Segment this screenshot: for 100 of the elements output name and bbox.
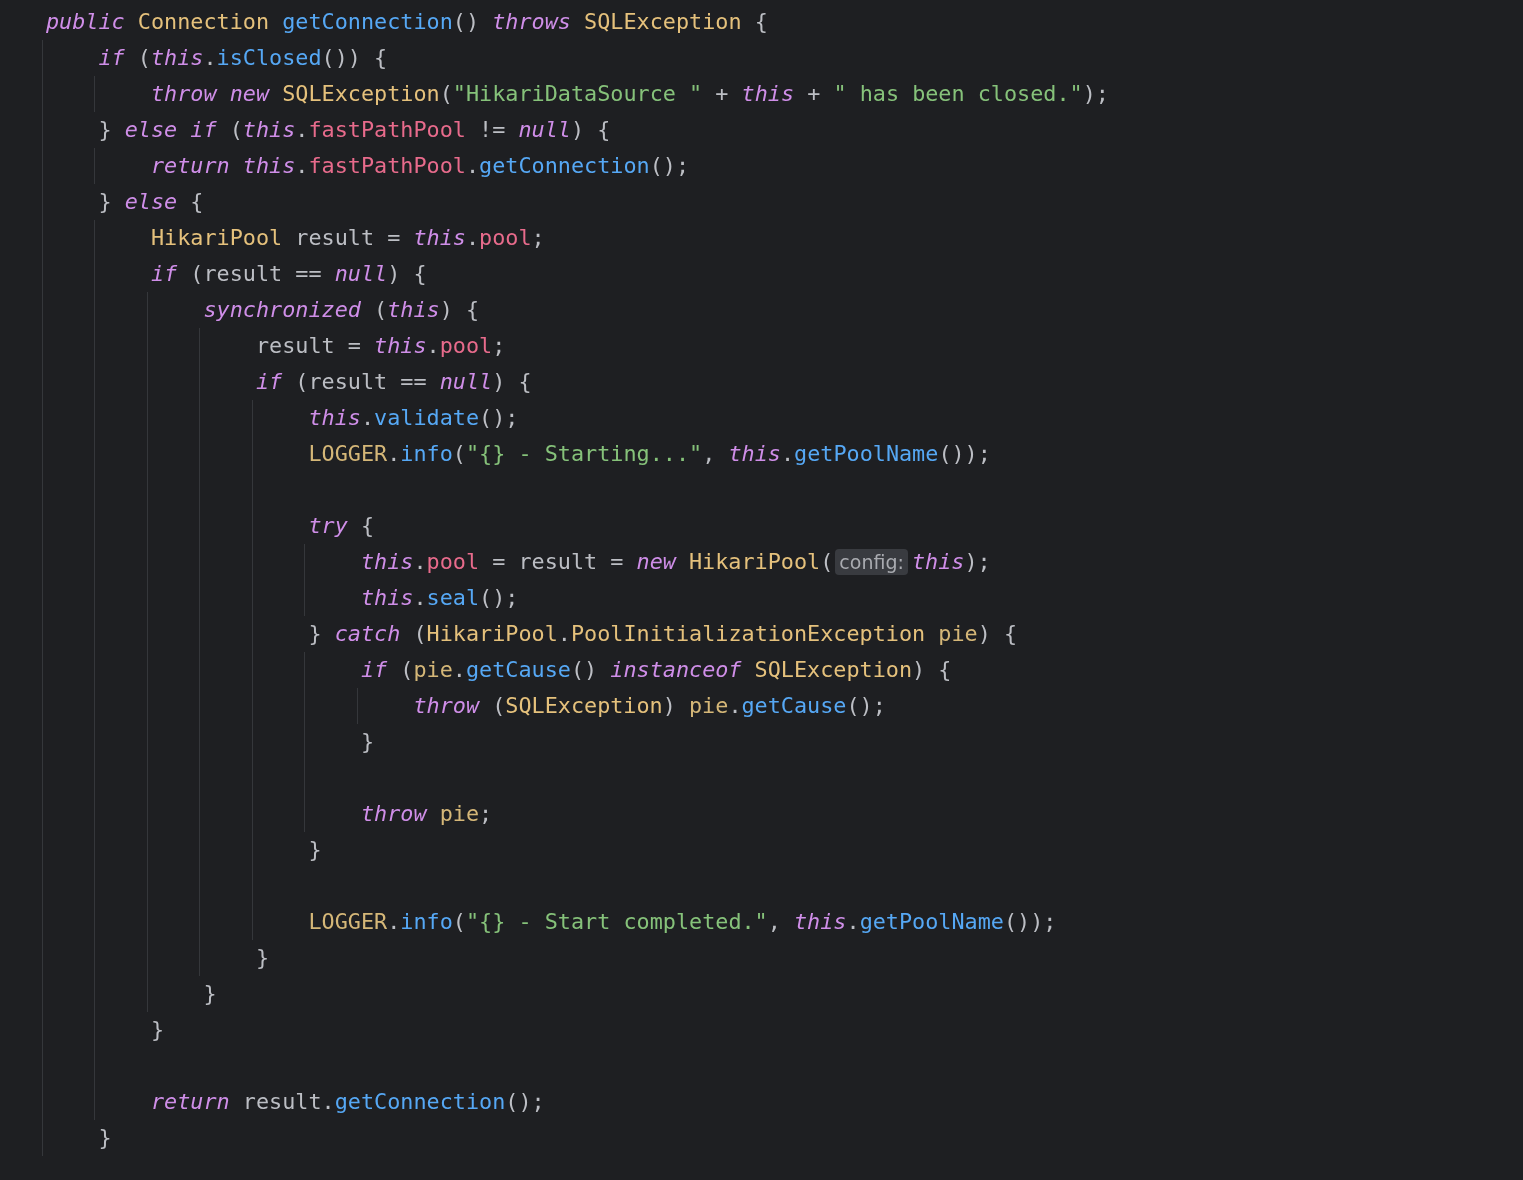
code-keyword: else: [124, 189, 178, 214]
code-keyword: null: [334, 261, 388, 286]
code-keyword: this: [360, 585, 414, 610]
code-text: ;: [479, 801, 493, 826]
code-text: = result =: [491, 549, 625, 574]
code-type: SQLException: [754, 657, 913, 682]
code-string: "HikariDataSource ": [452, 81, 703, 106]
code-keyword: throw: [360, 801, 427, 826]
code-text: );: [1082, 81, 1109, 106]
code-keyword: this: [151, 45, 204, 70]
code-text: }: [308, 621, 323, 646]
code-field: pool: [426, 549, 480, 574]
code-text: ());: [1004, 909, 1057, 934]
code-keyword: try: [308, 513, 348, 538]
code-type: SQLException: [584, 9, 742, 34]
code-text: result =: [294, 225, 402, 250]
code-text: +: [806, 81, 822, 106]
code-method: getConnection: [282, 9, 453, 34]
code-variable: LOGGER: [308, 909, 388, 934]
code-text: (: [412, 621, 427, 646]
code-text: }: [150, 1017, 165, 1042]
code-text: .: [413, 549, 427, 574]
code-text: ()) {: [321, 45, 388, 70]
code-text: (): [570, 657, 599, 682]
code-keyword: this: [387, 297, 440, 322]
code-method: getConnection: [479, 153, 650, 178]
code-keyword: this: [242, 117, 296, 142]
code-text: .: [203, 45, 217, 70]
code-variable: pie: [413, 657, 453, 682]
code-keyword: null: [439, 369, 493, 394]
code-text: ) {: [912, 657, 952, 682]
code-text: .: [465, 153, 480, 178]
code-variable: pie: [439, 801, 479, 826]
code-text: .: [413, 585, 427, 610]
code-variable: pie: [938, 621, 978, 646]
code-keyword: catch: [334, 621, 401, 646]
code-text: ) {: [570, 117, 611, 142]
code-text: ());: [938, 441, 991, 466]
code-text: ();: [649, 153, 690, 178]
code-text: .: [295, 117, 309, 142]
code-text: +: [714, 81, 730, 106]
code-text: .: [452, 657, 466, 682]
code-keyword: if: [98, 45, 125, 70]
code-text: (: [491, 693, 506, 718]
code-text: ) {: [387, 261, 427, 286]
code-keyword: return: [150, 153, 230, 178]
code-string: " has been closed.": [833, 81, 1083, 106]
code-text: (: [452, 441, 466, 466]
code-text: }: [308, 837, 322, 862]
code-method: getCause: [465, 657, 571, 682]
code-keyword: public: [46, 9, 125, 34]
code-keyword: new: [229, 81, 270, 106]
code-type: PoolInitializationException: [570, 621, 926, 646]
code-text: ,: [702, 441, 717, 466]
code-keyword: synchronized: [203, 297, 361, 322]
code-keyword: this: [308, 405, 361, 430]
code-keyword: else if: [124, 117, 217, 142]
code-text: ) {: [977, 621, 1018, 646]
code-keyword: this: [741, 81, 794, 106]
code-text: {: [359, 513, 375, 538]
code-field: fastPathPool: [308, 117, 466, 142]
code-text: result.: [241, 1089, 335, 1114]
code-keyword: this: [911, 549, 965, 574]
code-keyword: return: [150, 1089, 230, 1114]
code-text: ): [662, 693, 677, 718]
code-text: ();: [505, 1089, 545, 1114]
code-text: result =: [255, 333, 362, 358]
code-keyword: this: [374, 333, 427, 358]
code-method: seal: [426, 585, 480, 610]
code-type: SQLException: [505, 693, 663, 718]
code-text: }: [98, 117, 113, 142]
code-text: ,: [767, 909, 782, 934]
code-method: getCause: [741, 693, 847, 718]
code-text: }: [98, 189, 113, 214]
code-text: }: [203, 981, 217, 1006]
code-text: .: [780, 441, 794, 466]
code-text: (: [136, 45, 151, 70]
code-text: ();: [479, 405, 519, 430]
code-text: .: [465, 225, 480, 250]
code-text: .: [728, 693, 742, 718]
parameter-hint: config:: [835, 549, 908, 575]
code-type: SQLException: [282, 81, 440, 106]
code-keyword: if: [360, 657, 388, 682]
code-text: !=: [478, 117, 507, 142]
code-type: HikariPool: [150, 225, 283, 250]
code-text: ;: [531, 225, 545, 250]
code-text: ();: [479, 585, 519, 610]
code-text: .: [426, 333, 440, 358]
code-keyword: this: [360, 549, 414, 574]
code-keyword: this: [413, 225, 466, 250]
code-variable: LOGGER: [308, 441, 388, 466]
code-text: ) {: [439, 297, 480, 322]
code-keyword: throws: [492, 9, 571, 34]
code-keyword: this: [728, 441, 781, 466]
code-string: "{} - Starting...": [465, 441, 703, 466]
code-type: HikariPool: [426, 621, 558, 646]
code-text: (): [452, 9, 481, 34]
code-text: {: [189, 189, 204, 214]
code-text: .: [387, 441, 401, 466]
code-text: .: [387, 909, 401, 934]
